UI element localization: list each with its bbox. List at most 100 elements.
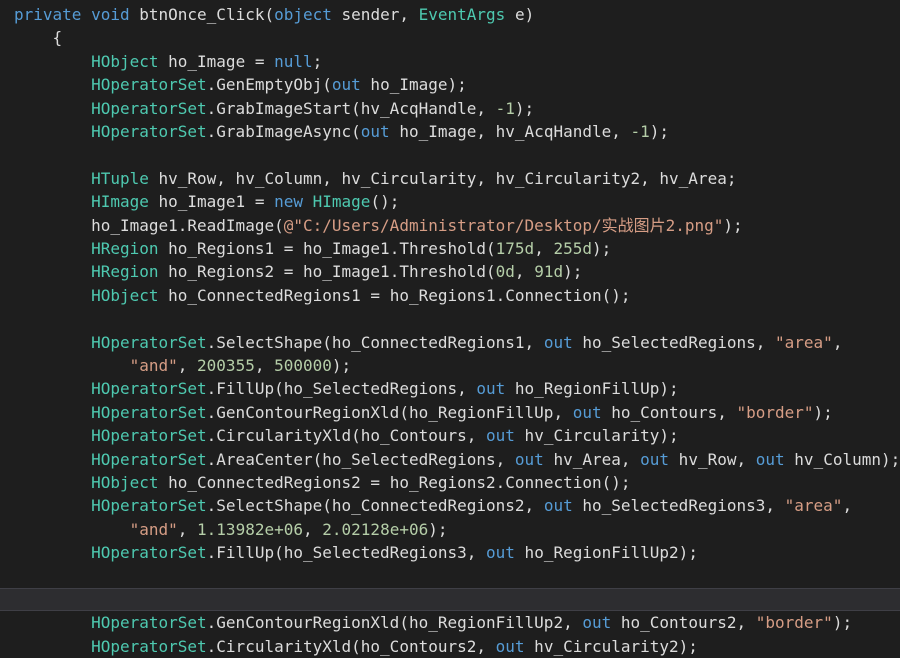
code-line[interactable]: HObject ho_ConnectedRegions1 = ho_Region… — [0, 284, 900, 307]
code-line[interactable]: private void btnOnce_Click(object sender… — [0, 3, 900, 26]
code-token: sender, — [331, 5, 419, 24]
code-token: , — [534, 239, 554, 258]
code-line[interactable]: HRegion ho_Regions2 = ho_Image1.Threshol… — [0, 260, 900, 283]
code-line[interactable]: HOperatorSet.GrabImageStart(hv_AcqHandle… — [0, 97, 900, 120]
code-line[interactable] — [0, 143, 900, 166]
code-line[interactable]: HRegion ho_Regions1 = ho_Image1.Threshol… — [0, 237, 900, 260]
code-token: hv_Area, — [543, 449, 641, 469]
code-token: ho_SelectedRegions, — [572, 332, 776, 352]
code-token: 255d — [553, 239, 592, 258]
code-line[interactable]: HOperatorSet.GenContourRegionXld(ho_Regi… — [0, 611, 900, 634]
code-token: ho_Image1 = — [148, 192, 275, 212]
code-token: .SelectShape(ho_ConnectedRegions1, — [206, 332, 544, 352]
code-token: HObject — [91, 51, 159, 71]
code-token: , — [254, 356, 275, 375]
code-token: { — [52, 28, 63, 48]
code-token: ); — [723, 215, 743, 235]
code-token: .AreaCenter(ho_SelectedRegions, — [206, 449, 515, 469]
code-token: out — [331, 75, 361, 95]
code-token: ho_Image1.ReadImage( — [91, 215, 284, 235]
code-token: HOperatorSet — [91, 496, 207, 516]
code-token: HImage — [312, 192, 371, 212]
code-line[interactable]: ho_Image1.ReadImage(@"C:/Users/Administr… — [0, 214, 900, 237]
code-token: ; — [312, 51, 323, 71]
code-line[interactable] — [0, 307, 900, 330]
code-token: "area" — [784, 496, 843, 516]
code-token: HTuple — [91, 168, 149, 188]
code-token: ho_Image); — [360, 75, 467, 95]
code-token: 1.13982e+06 — [197, 519, 303, 539]
code-token: "area" — [775, 332, 833, 352]
code-line[interactable]: HObject ho_ConnectedRegions2 = ho_Region… — [0, 471, 900, 494]
code-line[interactable]: HOperatorSet.FillUp(ho_SelectedRegions, … — [0, 377, 900, 400]
code-token: ); — [514, 98, 535, 118]
code-editor[interactable]: private void btnOnce_Click(object sender… — [0, 0, 900, 658]
code-token: object — [274, 5, 332, 24]
code-line[interactable]: HOperatorSet.CircularityXld(ho_Contours2… — [0, 635, 900, 658]
code-token: out — [543, 332, 573, 352]
code-token: HImage — [91, 192, 149, 212]
code-token: ); — [428, 519, 448, 539]
code-line[interactable]: HTuple hv_Row, hv_Column, hv_Circularity… — [0, 167, 900, 190]
code-token: HObject — [91, 285, 159, 305]
code-token: ho_Regions2 = ho_Image1.Threshold( — [158, 262, 496, 282]
code-line[interactable]: "and", 1.13982e+06, 2.02128e+06); — [0, 518, 900, 541]
code-token: hv_Circularity); — [514, 426, 679, 446]
code-line[interactable]: HOperatorSet.GrabImageAsync(out ho_Image… — [0, 120, 900, 143]
code-token: , — [177, 356, 198, 375]
code-token: ho_RegionFillUp); — [505, 379, 679, 399]
code-token: private — [14, 5, 82, 24]
code-token: HOperatorSet — [91, 75, 207, 95]
code-line[interactable]: { — [0, 26, 900, 49]
code-line[interactable]: HOperatorSet.FillUp(ho_SelectedRegions3,… — [0, 541, 900, 564]
code-token: .FillUp(ho_SelectedRegions3, — [206, 543, 487, 563]
code-token: ho_SelectedRegions3, — [572, 496, 785, 516]
code-line[interactable]: HOperatorSet.CircularityXld(ho_Contours,… — [0, 424, 900, 447]
code-line[interactable]: HOperatorSet.AreaCenter(ho_SelectedRegio… — [0, 448, 900, 471]
code-token: HOperatorSet — [91, 449, 207, 469]
code-line[interactable]: "and", 200355, 500000); — [0, 354, 900, 377]
code-token: , — [832, 332, 843, 352]
code-token: HRegion — [91, 239, 159, 258]
code-line[interactable]: HImage ho_Image1 = new HImage(); — [0, 190, 900, 213]
code-token: new — [274, 192, 303, 212]
code-line[interactable] — [0, 565, 900, 588]
code-token: .GenContourRegionXld(ho_RegionFillUp, — [206, 402, 573, 422]
code-token: 91d — [534, 262, 564, 282]
code-token: ); — [563, 262, 583, 282]
code-line[interactable]: HOperatorSet.SelectShape(ho_ConnectedReg… — [0, 331, 900, 354]
code-token: -1 — [495, 98, 515, 118]
code-token: HOperatorSet — [91, 98, 207, 118]
code-line[interactable]: HOperatorSet.GenContourRegionXld(ho_Regi… — [0, 401, 900, 424]
code-token: -1 — [630, 122, 650, 141]
code-token: ); — [813, 402, 833, 422]
code-line[interactable]: HOperatorSet.SelectShape(ho_ConnectedReg… — [0, 494, 900, 517]
code-token: .SelectShape(ho_ConnectedRegions2, — [206, 496, 544, 516]
code-token: , — [303, 519, 323, 539]
code-token: ); — [331, 356, 352, 375]
code-token: ho_Image, hv_AcqHandle, — [389, 122, 631, 141]
code-line[interactable]: HOperatorSet.GenEmptyObj(out ho_Image); — [0, 73, 900, 96]
code-token: HOperatorSet — [91, 636, 207, 656]
code-token: btnOnce_Click( — [129, 5, 275, 24]
code-line[interactable] — [0, 588, 900, 612]
code-token: ); — [649, 122, 670, 141]
code-line[interactable]: HObject ho_Image = null; — [0, 50, 900, 73]
code-token: .GenEmptyObj( — [206, 75, 332, 95]
